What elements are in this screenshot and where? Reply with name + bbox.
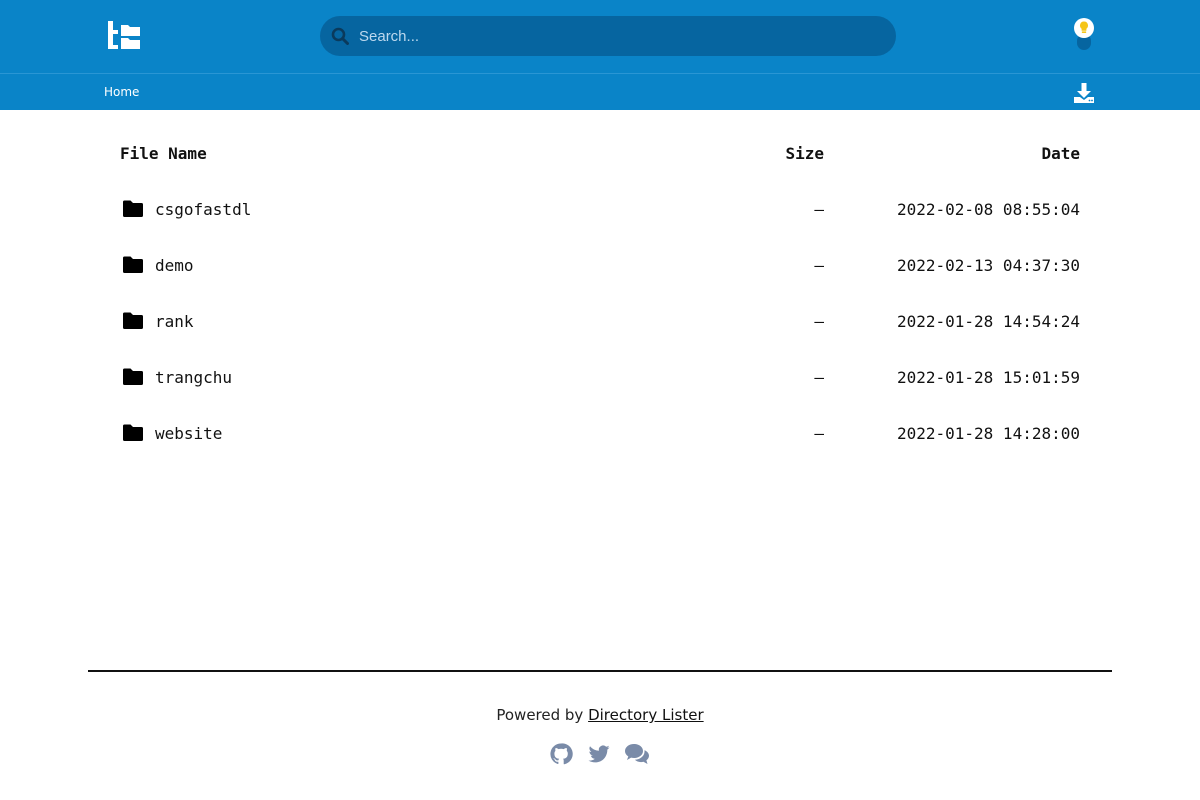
file-date: 2022-01-28 14:28:00: [896, 424, 1080, 443]
top-navbar: [0, 0, 1200, 73]
breadcrumb: Home: [0, 73, 1200, 110]
theme-toggle[interactable]: [1070, 16, 1098, 54]
file-table: File Name Size Date csgofastdl — 2022-02…: [120, 130, 1080, 458]
footer-credit: Powered by Directory Lister: [0, 706, 1200, 724]
file-date: 2022-02-13 04:37:30: [896, 256, 1080, 275]
file-name[interactable]: website: [155, 424, 222, 443]
file-date: 2022-01-28 14:54:24: [896, 312, 1080, 331]
file-name[interactable]: rank: [155, 312, 194, 331]
table-row[interactable]: csgofastdl — 2022-02-08 08:55:04: [120, 178, 1080, 234]
toggle-knob: [1074, 18, 1094, 38]
column-header-size[interactable]: Size: [785, 144, 824, 163]
column-header-file-name[interactable]: File Name: [120, 144, 207, 163]
folder-icon: [122, 256, 144, 274]
file-size: —: [814, 368, 824, 387]
table-row[interactable]: demo — 2022-02-13 04:37:30: [120, 234, 1080, 290]
folder-icon: [122, 200, 144, 218]
footer-divider: [88, 670, 1112, 672]
file-name[interactable]: demo: [155, 256, 194, 275]
twitter-icon[interactable]: [587, 742, 611, 771]
download-icon[interactable]: [1073, 82, 1095, 104]
footer-social-links: [549, 742, 653, 766]
search-input[interactable]: [352, 16, 882, 56]
search-icon: [331, 27, 349, 45]
table-row[interactable]: website — 2022-01-28 14:28:00: [120, 402, 1080, 458]
powered-by-text: Powered by: [496, 706, 584, 724]
file-size: —: [814, 200, 824, 219]
file-date: 2022-02-08 08:55:04: [896, 200, 1080, 219]
file-name[interactable]: csgofastdl: [155, 200, 251, 219]
github-icon[interactable]: [549, 742, 573, 771]
folder-icon: [122, 368, 144, 386]
table-header: File Name Size Date: [120, 130, 1080, 178]
chat-icon[interactable]: [624, 742, 650, 771]
file-size: —: [814, 256, 824, 275]
file-name[interactable]: trangchu: [155, 368, 232, 387]
directory-lister-logo-icon[interactable]: [106, 20, 142, 52]
table-row[interactable]: rank — 2022-01-28 14:54:24: [120, 290, 1080, 346]
file-size: —: [814, 312, 824, 331]
folder-icon: [122, 424, 144, 442]
table-row[interactable]: trangchu — 2022-01-28 15:01:59: [120, 346, 1080, 402]
folder-icon: [122, 312, 144, 330]
column-header-date[interactable]: Date: [1041, 144, 1080, 163]
file-size: —: [814, 424, 824, 443]
file-date: 2022-01-28 15:01:59: [896, 368, 1080, 387]
breadcrumb-home-link[interactable]: Home: [104, 85, 139, 99]
directory-lister-link[interactable]: Directory Lister: [588, 706, 704, 724]
